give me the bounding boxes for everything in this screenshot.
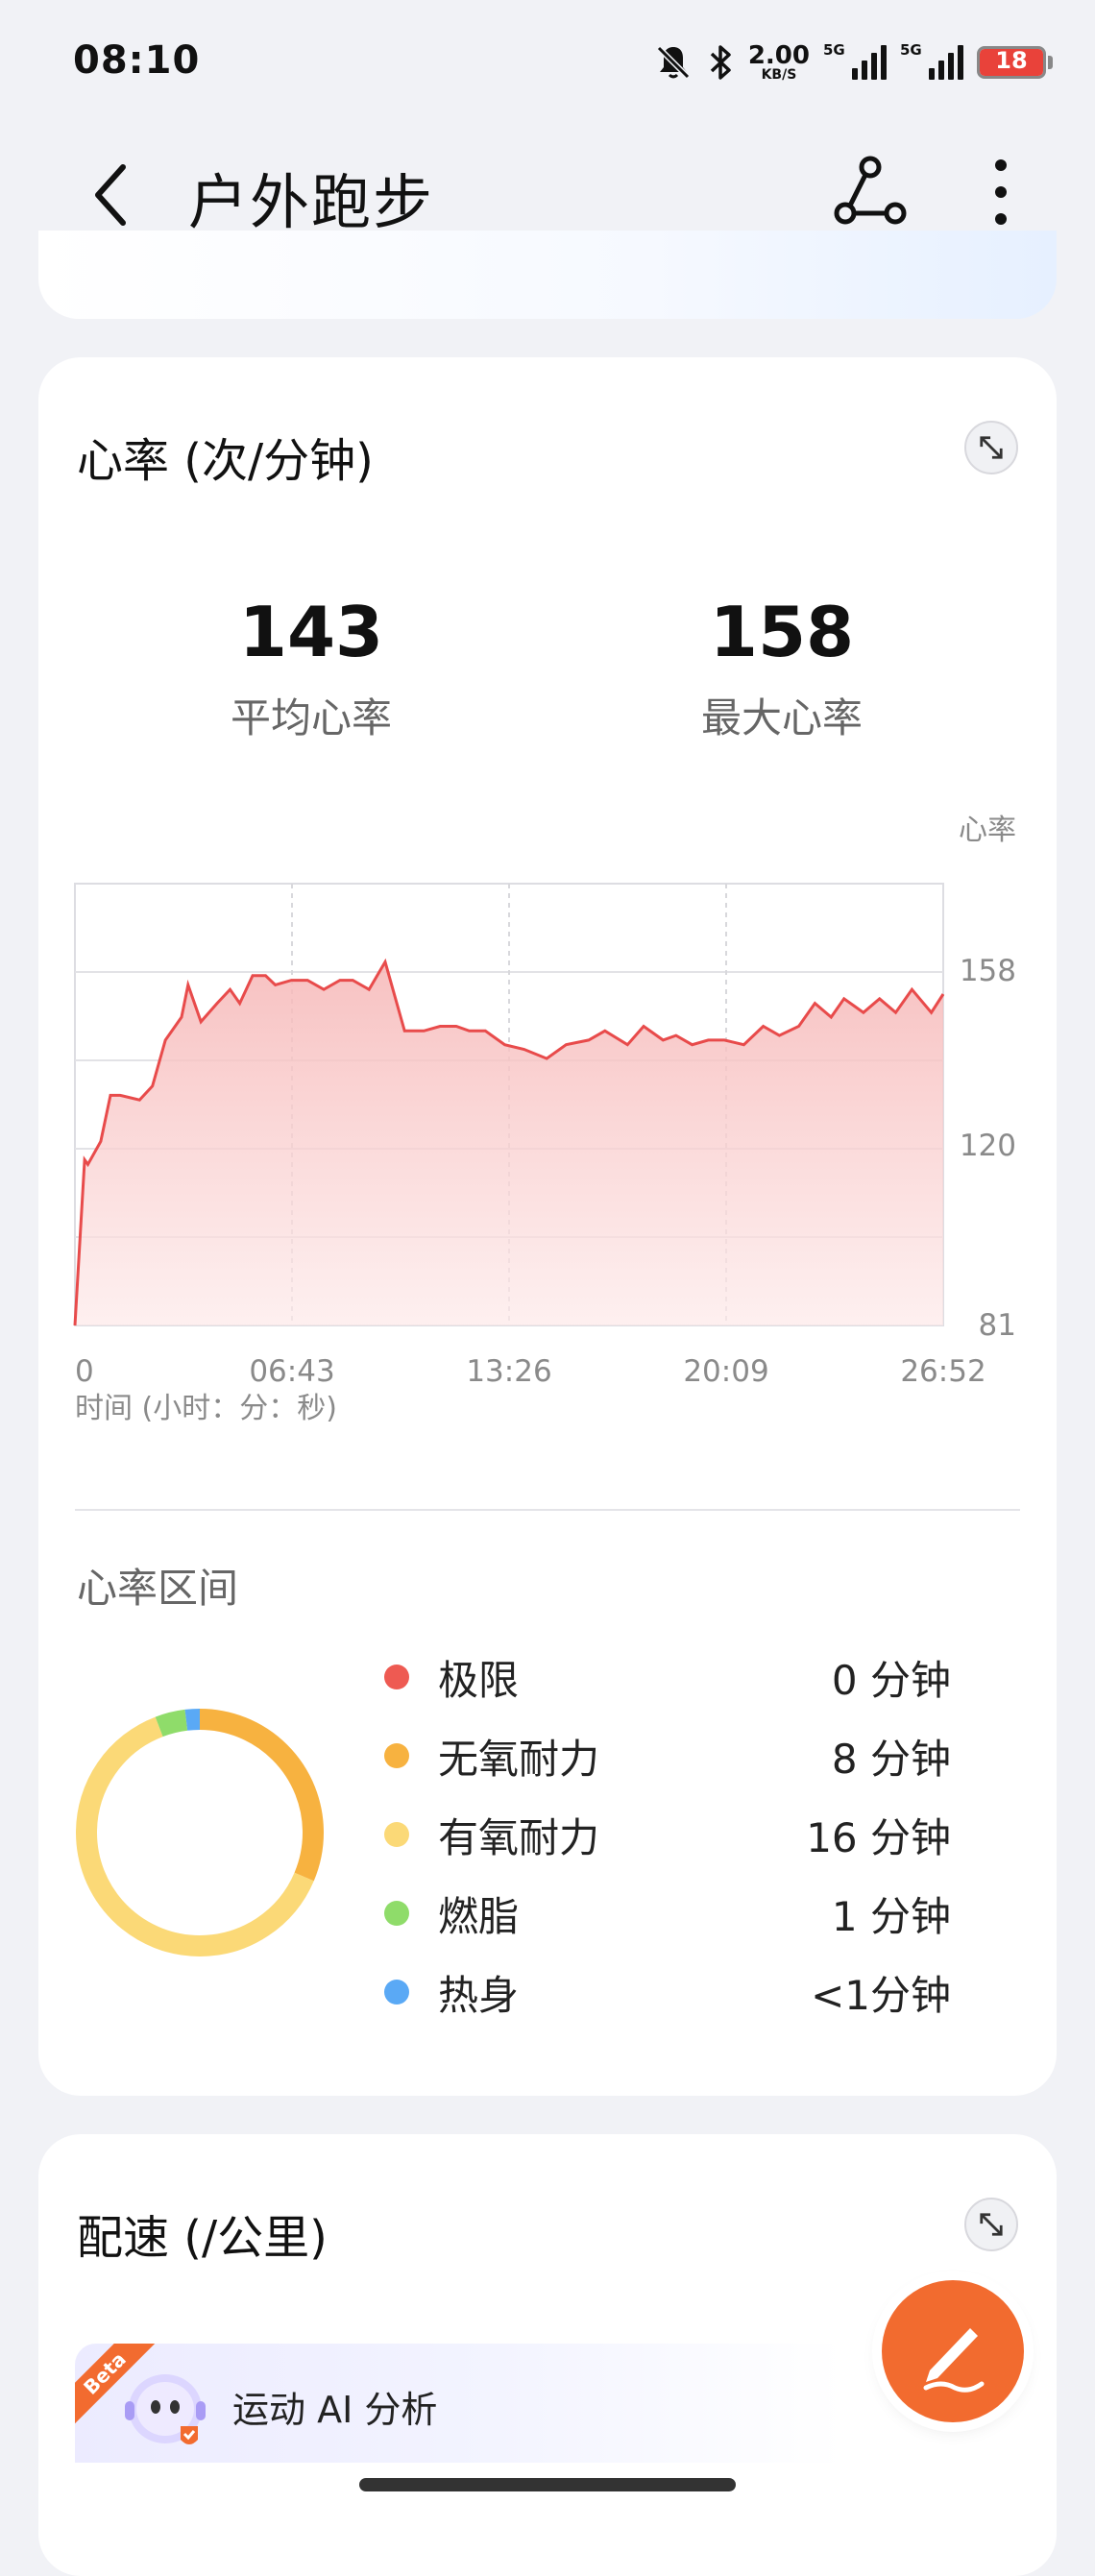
zone-duration: 16 分钟 <box>806 1813 951 1861</box>
expand-icon[interactable] <box>964 2198 1018 2251</box>
x-tick-label: 06:43 <box>249 1354 334 1389</box>
back-arrow-icon[interactable] <box>88 161 136 229</box>
chart-unit-label: 心率 <box>959 814 1016 847</box>
network-speed: 2.00 KB/S <box>748 43 810 82</box>
max-heart-rate-value: 158 <box>709 592 855 672</box>
avg-heart-rate-value: 143 <box>238 592 384 672</box>
signal-label: 5G <box>900 41 922 59</box>
max-heart-rate-label: 最大心率 <box>700 694 863 741</box>
route-share-icon[interactable] <box>832 154 909 231</box>
zone-duration: 8 分钟 <box>831 1735 951 1783</box>
zone-color-dot <box>384 1743 409 1768</box>
bluetooth-icon <box>710 45 731 80</box>
pace-title: 配速 (/公里) <box>77 2211 328 2265</box>
y-tick-label: 120 <box>960 1129 1016 1163</box>
edit-fab-button[interactable] <box>882 2280 1024 2422</box>
avg-heart-rate-label: 平均心率 <box>230 694 392 741</box>
bell-off-icon <box>656 45 690 80</box>
x-tick-label: 26:52 <box>900 1354 986 1389</box>
ai-analysis-label: 运动 AI 分析 <box>232 2389 438 2431</box>
signal-label: 5G <box>823 41 845 59</box>
divider <box>75 1509 1020 1511</box>
zone-row: 热身 <1分钟 <box>384 1963 951 2021</box>
home-indicator <box>359 2478 736 2491</box>
more-vertical-icon[interactable] <box>980 154 1022 231</box>
zone-duration: 1 分钟 <box>831 1892 951 1940</box>
zone-duration: 0 分钟 <box>831 1656 951 1704</box>
zone-name: 有氧耐力 <box>438 1813 600 1861</box>
zone-row: 极限 0 分钟 <box>384 1648 951 1706</box>
zone-row: 无氧耐力 8 分钟 <box>384 1727 951 1785</box>
zone-name: 无氧耐力 <box>438 1735 600 1783</box>
heart-rate-chart: 心率 158 120 81 0 06:43 13:26 20:09 26:52 时间 (小时… <box>73 814 1016 1425</box>
expand-icon[interactable] <box>964 421 1018 474</box>
zone-name: 极限 <box>438 1656 520 1704</box>
signal-icon: 5G <box>900 41 963 80</box>
network-speed-value: 2.00 <box>747 41 810 70</box>
y-tick-label: 81 <box>979 1308 1016 1343</box>
zone-color-dot <box>384 1822 409 1847</box>
x-tick-label: 20:09 <box>683 1354 768 1389</box>
zones-title: 心率区间 <box>77 1565 239 1612</box>
zone-name: 热身 <box>438 1971 520 2019</box>
zone-duration: <1分钟 <box>811 1971 951 2019</box>
x-axis-caption: 时间 (小时：分：秒) <box>75 1392 337 1425</box>
zone-color-dot <box>384 1980 409 2005</box>
signal-icon: 5G <box>823 41 887 80</box>
battery-level: 18 <box>995 47 1028 74</box>
network-speed-unit: KB/S <box>761 67 797 83</box>
zone-row: 有氧耐力 16 分钟 <box>384 1806 951 1863</box>
heart-rate-title: 心率 (次/分钟) <box>77 434 374 488</box>
x-tick-label: 13:26 <box>466 1354 551 1389</box>
previous-card-edge <box>38 231 1057 319</box>
zones-donut-chart <box>76 1709 324 1956</box>
x-tick-label: 0 <box>75 1354 94 1389</box>
status-icons: 2.00 KB/S 5G 5G 18 <box>654 38 1053 86</box>
ai-analysis-banner[interactable]: Beta 运动 AI 分析 <box>75 2344 843 2463</box>
zone-color-dot <box>384 1901 409 1926</box>
status-time: 08:10 <box>73 38 201 83</box>
zone-name: 燃脂 <box>438 1892 520 1940</box>
pen-icon <box>923 2328 985 2393</box>
page-title: 户外跑步 <box>188 167 435 237</box>
y-tick-label: 158 <box>960 954 1016 988</box>
zone-row: 燃脂 1 分钟 <box>384 1884 951 1942</box>
ai-mascot-icon <box>125 2374 206 2444</box>
zone-color-dot <box>384 1665 409 1689</box>
battery-icon: 18 <box>977 46 1046 79</box>
